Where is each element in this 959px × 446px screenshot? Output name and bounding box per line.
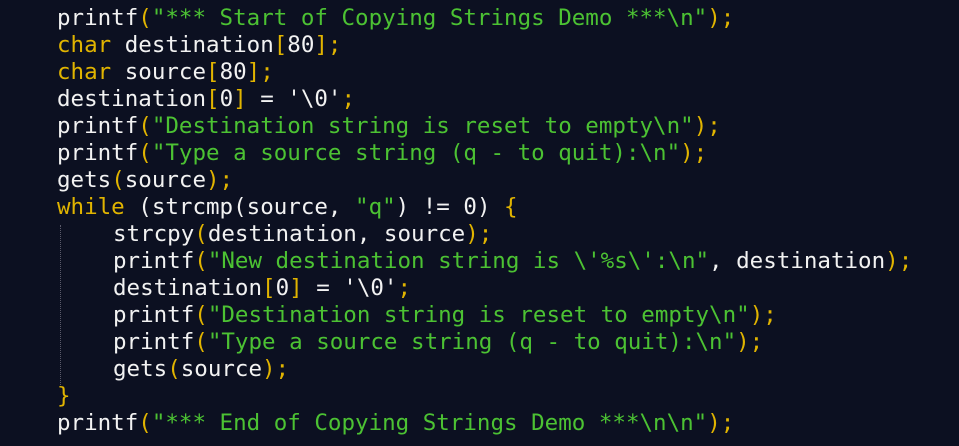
- code-token-punct: );: [262, 356, 290, 382]
- code-token-default: =: [246, 86, 288, 112]
- code-token-string: "*** End of Copying Strings Demo ***\n\n…: [151, 410, 708, 436]
- code-line[interactable]: while (strcmp(source, "q") != 0) {: [0, 194, 959, 221]
- code-token-punct: );: [885, 248, 913, 274]
- code-token-punct: ];: [246, 59, 274, 85]
- code-token-punct: (: [138, 140, 152, 166]
- code-token-string: "Destination string is reset to empty\n": [151, 113, 694, 139]
- code-token-default: printf: [57, 5, 139, 31]
- code-token-default: destination: [57, 86, 207, 112]
- code-token-default: '\0': [343, 275, 398, 301]
- code-token-default: printf: [57, 410, 139, 436]
- code-token-punct: [: [206, 59, 220, 85]
- code-token-punct: [: [206, 86, 220, 112]
- code-line[interactable]: destination[0] = '\0';: [0, 275, 959, 302]
- code-token-default: gets: [113, 356, 168, 382]
- code-line[interactable]: printf("Destination string is reset to e…: [0, 113, 959, 140]
- code-line[interactable]: gets(source);: [0, 167, 959, 194]
- code-token-keyword: while: [57, 194, 125, 220]
- code-token-default: (strcmp(source,: [124, 194, 356, 220]
- code-token-punct: ;: [341, 86, 356, 112]
- code-token-punct: (: [194, 221, 208, 247]
- code-token-default: printf: [113, 329, 195, 355]
- code-token-default: source: [111, 59, 207, 85]
- code-token-string: "Type a source string (q - to quit):\n": [207, 329, 737, 355]
- code-token-punct: );: [465, 221, 493, 247]
- code-token-default: destination: [111, 32, 274, 58]
- code-token-punct: );: [736, 329, 764, 355]
- code-line[interactable]: printf("New destination string is \'%s\'…: [0, 248, 959, 275]
- code-token-default: 0: [275, 275, 290, 301]
- code-token-punct: (: [138, 113, 152, 139]
- code-token-default: 80: [219, 59, 247, 85]
- code-token-punct: ]: [233, 86, 247, 112]
- code-token-punct: ]: [289, 275, 303, 301]
- code-token-default: gets: [57, 167, 112, 193]
- code-line[interactable]: char source[80];: [0, 59, 959, 86]
- code-token-punct: (: [111, 167, 125, 193]
- code-token-string: "Type a source string (q - to quit):\n": [151, 140, 681, 166]
- code-token-default: ) != 0): [395, 194, 505, 220]
- code-token-punct: (: [194, 302, 208, 328]
- code-token-default: '\0': [287, 86, 342, 112]
- code-token-string: "New destination string is \'%s\':\n": [207, 248, 710, 274]
- code-token-punct: (: [138, 5, 152, 31]
- code-token-punct: );: [707, 410, 735, 436]
- code-token-punct: }: [57, 383, 71, 409]
- code-token-default: printf: [57, 113, 139, 139]
- code-token-punct: [: [262, 275, 276, 301]
- code-editor[interactable]: printf("*** Start of Copying Strings Dem…: [0, 0, 959, 446]
- code-token-default: destination: [113, 275, 263, 301]
- code-line[interactable]: char destination[80];: [0, 32, 959, 59]
- code-token-string: "Destination string is reset to empty\n": [207, 302, 750, 328]
- code-line[interactable]: }: [0, 383, 959, 410]
- code-token-default: source: [180, 356, 263, 382]
- code-line[interactable]: printf("*** Start of Copying Strings Dem…: [0, 5, 959, 32]
- code-token-punct: );: [206, 167, 234, 193]
- code-token-punct: (: [138, 410, 152, 436]
- code-token-string: "q": [355, 194, 396, 220]
- code-token-punct: (: [194, 329, 208, 355]
- code-token-default: =: [302, 275, 344, 301]
- code-token-default: 0: [219, 86, 234, 112]
- code-line[interactable]: printf("Type a source string (q - to qui…: [0, 329, 959, 356]
- code-line[interactable]: gets(source);: [0, 356, 959, 383]
- code-token-keyword: char: [57, 32, 112, 58]
- code-token-keyword: char: [57, 59, 112, 85]
- code-token-punct: (: [167, 356, 181, 382]
- code-token-punct: );: [680, 140, 708, 166]
- code-token-punct: ;: [397, 275, 412, 301]
- code-token-punct: );: [707, 5, 735, 31]
- code-token-default: destination, source: [207, 221, 466, 247]
- code-token-punct: {: [504, 194, 518, 220]
- code-token-string: "*** Start of Copying Strings Demo ***\n…: [151, 5, 708, 31]
- code-token-default: 80: [287, 32, 315, 58]
- code-token-default: strcpy: [113, 221, 195, 247]
- code-token-punct: (: [194, 248, 208, 274]
- code-token-default: source: [124, 167, 207, 193]
- code-line[interactable]: printf("Destination string is reset to e…: [0, 302, 959, 329]
- code-token-default: , destination: [709, 248, 886, 274]
- code-token-punct: ];: [314, 32, 342, 58]
- code-token-default: printf: [57, 140, 139, 166]
- code-token-default: printf: [113, 248, 195, 274]
- code-token-punct: );: [749, 302, 777, 328]
- code-token-default: printf: [113, 302, 195, 328]
- code-token-punct: );: [693, 113, 721, 139]
- code-line[interactable]: printf("Type a source string (q - to qui…: [0, 140, 959, 167]
- code-token-punct: [: [273, 32, 288, 58]
- code-line[interactable]: destination[0] = '\0';: [0, 86, 959, 113]
- code-line[interactable]: printf("*** End of Copying Strings Demo …: [0, 410, 959, 437]
- code-line[interactable]: strcpy(destination, source);: [0, 221, 959, 248]
